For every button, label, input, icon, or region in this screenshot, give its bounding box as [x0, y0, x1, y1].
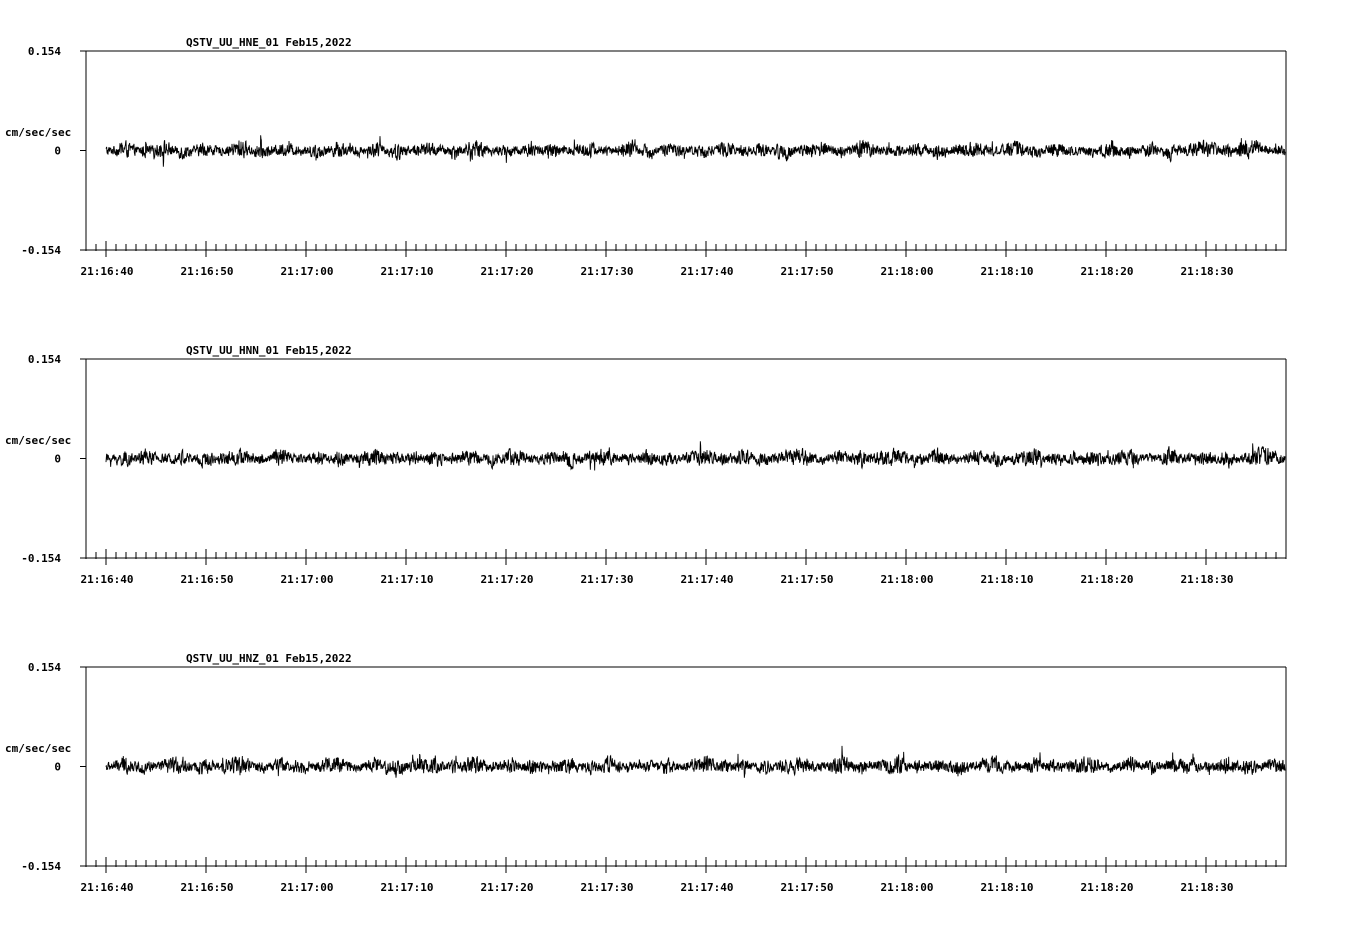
x-tick-label: 21:17:40 [681, 573, 734, 586]
x-tick-label: 21:17:10 [381, 265, 434, 278]
y-tick-label: 0.154 [28, 353, 61, 366]
x-tick-label: 21:18:20 [1081, 265, 1134, 278]
x-tick-label: 21:16:40 [81, 573, 134, 586]
x-tick-label: 21:17:40 [681, 265, 734, 278]
x-tick-label: 21:17:20 [481, 573, 534, 586]
x-tick-label: 21:18:10 [981, 881, 1034, 894]
y-tick-label: 0 [54, 761, 61, 774]
x-tick-label: 21:16:40 [81, 881, 134, 894]
x-tick-label: 21:17:50 [781, 881, 834, 894]
x-tick-label: 21:18:10 [981, 573, 1034, 586]
x-tick-label: 21:17:00 [281, 881, 334, 894]
x-tick-label: 21:17:10 [381, 881, 434, 894]
y-tick-label: -0.154 [21, 244, 61, 257]
x-tick-label: 21:17:50 [781, 573, 834, 586]
waveform-trace [105, 135, 1286, 167]
seismogram-figure: QSTV_UU_HNE_01 Feb15,2022 0.154 0 -0.154 cm/… [0, 0, 1358, 924]
panel-title: QSTV_UU_HNZ_01 Feb15,2022 [186, 652, 352, 665]
x-tick-label: 21:17:30 [581, 573, 634, 586]
x-tick-label: 21:16:40 [81, 265, 134, 278]
x-tick-label: 21:17:00 [281, 265, 334, 278]
waveform-trace [105, 441, 1286, 471]
y-axis-label: cm/sec/sec [5, 434, 71, 447]
y-tick-label: -0.154 [21, 860, 61, 873]
x-tick-label: 21:18:20 [1081, 881, 1134, 894]
x-tick-label: 21:17:00 [281, 573, 334, 586]
x-tick-label: 21:18:20 [1081, 573, 1134, 586]
x-tick-label: 21:18:30 [1181, 881, 1234, 894]
x-tick-label: 21:18:10 [981, 265, 1034, 278]
x-tick-label: 21:16:50 [181, 265, 234, 278]
x-tick-label: 21:16:50 [181, 881, 234, 894]
y-axis-label: cm/sec/sec [5, 126, 71, 139]
x-tick-label: 21:18:00 [881, 573, 934, 586]
y-tick-label: 0.154 [28, 661, 61, 674]
x-tick-label: 21:17:30 [581, 881, 634, 894]
waveform-trace [105, 745, 1286, 778]
x-tick-label: 21:17:40 [681, 881, 734, 894]
x-tick-label: 21:16:50 [181, 573, 234, 586]
panel-title: QSTV_UU_HNN_01 Feb15,2022 [186, 344, 352, 357]
x-tick-label: 21:18:30 [1181, 265, 1234, 278]
panel-title: QSTV_UU_HNE_01 Feb15,2022 [186, 36, 352, 49]
y-tick-label: 0 [54, 453, 61, 466]
x-tick-label: 21:17:50 [781, 265, 834, 278]
x-tick-label: 21:18:00 [881, 881, 934, 894]
y-tick-label: 0.154 [28, 45, 61, 58]
x-tick-label: 21:17:20 [481, 881, 534, 894]
seismogram-svg: QSTV_UU_HNE_01 Feb15,2022 0.154 0 -0.154 cm/… [5, 36, 1287, 894]
x-tick-label: 21:17:20 [481, 265, 534, 278]
x-tick-label: 21:18:00 [881, 265, 934, 278]
y-tick-label: -0.154 [21, 552, 61, 565]
y-tick-label: 0 [54, 145, 61, 158]
y-axis-label: cm/sec/sec [5, 742, 71, 755]
x-tick-label: 21:18:30 [1181, 573, 1234, 586]
x-tick-label: 21:17:30 [581, 265, 634, 278]
x-tick-label: 21:17:10 [381, 573, 434, 586]
